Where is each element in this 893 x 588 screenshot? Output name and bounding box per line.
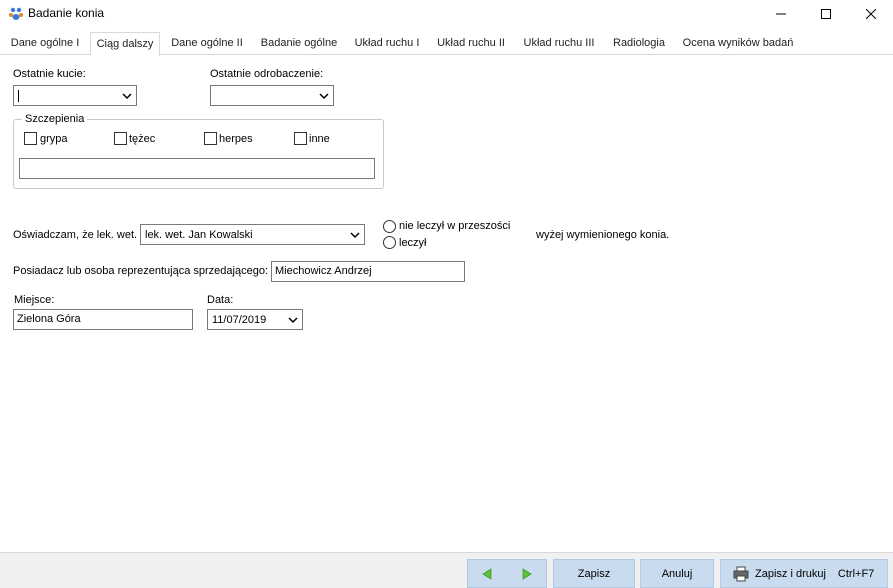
inne-szczepienia-input[interactable]	[19, 158, 375, 179]
leczyl-radio[interactable]	[383, 236, 396, 249]
tab-radiologia[interactable]: Radiologia	[606, 32, 672, 55]
save-and-print-button[interactable]: Zapisz i drukuj Ctrl+F7	[720, 559, 888, 588]
minimize-icon	[775, 13, 786, 15]
szczepienia-legend: Szczepienia	[22, 113, 88, 125]
miejsce-label: Miejsce:	[14, 294, 55, 306]
printer-icon	[733, 566, 749, 581]
chevron-down-icon	[122, 93, 132, 100]
shortcut-label: Ctrl+F7	[837, 567, 875, 580]
maximize-button[interactable]	[803, 0, 848, 28]
miejsce-input[interactable]: Zielona Góra	[13, 309, 193, 330]
herpes-checkbox[interactable]	[204, 132, 217, 145]
lekarz-dropdown[interactable]: lek. wet. Jan Kowalski	[140, 224, 365, 245]
navigation-buttons	[467, 559, 547, 588]
nie-leczyl-label: nie leczył w przeszości	[399, 220, 511, 232]
window-title: Badanie konia	[28, 6, 105, 20]
nie-leczyl-radio[interactable]	[383, 220, 396, 233]
horse-app-icon	[9, 7, 23, 20]
tab-uklad-ruchu-2[interactable]: Układ ruchu II	[430, 32, 512, 55]
prev-button[interactable]	[481, 567, 493, 580]
chevron-down-icon	[288, 317, 298, 324]
close-button[interactable]	[848, 0, 893, 28]
tab-bar: Dane ogólne I Ciąg dalszy Dane ogólne II…	[0, 32, 893, 56]
data-datepicker[interactable]: 11/07/2019	[207, 309, 303, 330]
lekarz-value: lek. wet. Jan Kowalski	[145, 228, 253, 241]
tab-uklad-ruchu-3[interactable]: Układ ruchu III	[516, 32, 602, 55]
grypa-label: grypa	[40, 133, 68, 145]
posiadacz-input[interactable]: Miechowicz Andrzej	[271, 261, 465, 282]
chevron-down-icon	[319, 93, 329, 100]
herpes-label: herpes	[219, 133, 253, 145]
save-and-print-label: Zapisz i drukuj	[755, 567, 826, 580]
arrow-left-icon	[482, 567, 492, 580]
cancel-button[interactable]: Anuluj	[640, 559, 714, 588]
arrow-right-icon	[522, 567, 532, 580]
save-button-label: Zapisz	[577, 567, 611, 580]
tezec-label: tężec	[129, 133, 156, 145]
suffix-text: wyżej wymienionego konia.	[536, 229, 670, 241]
data-label: Data:	[207, 294, 234, 306]
data-value: 11/07/2019	[212, 313, 267, 326]
close-icon	[865, 9, 876, 19]
tab-ciag-dalszy[interactable]: Ciąg dalszy	[90, 32, 160, 56]
leczyl-label: leczył	[399, 237, 427, 249]
inne-label: inne	[309, 133, 330, 145]
ostatnie-kucie-label: Ostatnie kucie:	[13, 68, 86, 80]
chevron-down-icon	[350, 232, 360, 239]
tab-dane-ogolne-1[interactable]: Dane ogólne I	[4, 32, 86, 55]
cancel-button-label: Anuluj	[661, 567, 693, 580]
ostatnie-odrobaczenie-dropdown[interactable]	[210, 85, 334, 106]
maximize-icon	[820, 9, 831, 19]
posiadacz-label: Posiadacz lub osoba reprezentująca sprze…	[13, 265, 268, 277]
inne-checkbox[interactable]	[294, 132, 307, 145]
text-caret	[18, 89, 19, 102]
minimize-button[interactable]	[758, 0, 803, 28]
grypa-checkbox[interactable]	[24, 132, 37, 145]
ostatnie-odrobaczenie-label: Ostatnie odrobaczenie:	[210, 68, 324, 80]
next-button[interactable]	[521, 567, 533, 580]
ostatnie-kucie-dropdown[interactable]	[13, 85, 137, 106]
tab-dane-ogolne-2[interactable]: Dane ogólne II	[164, 32, 250, 55]
tab-ocena-wynikow[interactable]: Ocena wyników badań	[676, 32, 800, 55]
oswiadczam-label: Oświadczam, że lek. wet.	[13, 229, 138, 241]
tezec-checkbox[interactable]	[114, 132, 127, 145]
tab-uklad-ruchu-1[interactable]: Układ ruchu I	[348, 32, 426, 55]
tab-badanie-ogolne[interactable]: Badanie ogólne	[254, 32, 344, 55]
save-button[interactable]: Zapisz	[553, 559, 635, 588]
